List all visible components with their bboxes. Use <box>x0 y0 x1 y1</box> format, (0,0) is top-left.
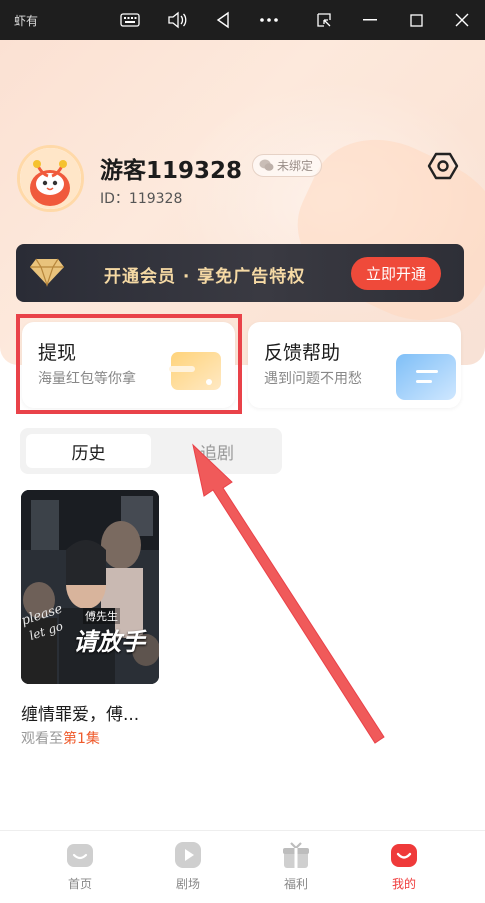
bottom-nav: 首页 剧场 福利 我的 <box>0 830 485 903</box>
poster-title: 请放手 <box>73 627 145 656</box>
window-title: 虾有 <box>14 14 39 28</box>
vip-promo-text: 开通会员 · 享免广告特权 <box>104 267 306 287</box>
nav-theater[interactable]: 剧场 <box>158 841 218 892</box>
wechat-icon <box>259 159 274 171</box>
withdraw-highlight-box <box>16 314 242 414</box>
gift-icon <box>282 841 310 869</box>
volume-icon[interactable] <box>165 8 189 32</box>
popout-icon[interactable] <box>312 8 336 32</box>
tab-history[interactable]: 历史 <box>26 434 151 468</box>
nav-theater-label: 剧场 <box>175 877 200 891</box>
progress-prefix: 观看至 <box>21 731 63 747</box>
profile-icon <box>390 841 418 869</box>
chat-icon <box>396 354 456 400</box>
close-icon[interactable] <box>450 8 474 32</box>
feedback-card[interactable]: 反馈帮助 遇到问题不用愁 <box>248 322 461 408</box>
maximize-icon[interactable] <box>404 8 428 32</box>
minimize-icon[interactable] <box>358 8 382 32</box>
nav-mine[interactable]: 我的 <box>374 841 434 892</box>
nav-welfare[interactable]: 福利 <box>266 841 326 892</box>
vip-open-button[interactable]: 立即开通 <box>351 257 441 290</box>
history-tabs: 历史 追剧 <box>20 428 282 474</box>
nav-welfare-label: 福利 <box>283 877 308 891</box>
drama-progress: 观看至第1集 <box>21 728 100 748</box>
feedback-title: 反馈帮助 <box>264 342 341 364</box>
tab-following[interactable]: 追剧 <box>158 434 276 468</box>
nav-home[interactable]: 首页 <box>50 841 110 892</box>
diamond-icon <box>30 258 64 287</box>
drama-title[interactable]: 缠情罪爱，傅... <box>21 700 139 725</box>
vip-banner[interactable]: 开通会员 · 享免广告特权 立即开通 <box>16 244 464 302</box>
settings-icon[interactable] <box>427 150 459 182</box>
back-icon[interactable] <box>211 8 235 32</box>
progress-episode: 第1集 <box>63 731 100 747</box>
bind-status-badge[interactable]: 未绑定 <box>252 154 323 177</box>
user-id: ID：119328 <box>100 191 183 207</box>
home-icon <box>66 841 94 869</box>
drama-poster[interactable]: please let go 傅先生 请放手 <box>21 490 159 684</box>
feedback-subtitle: 遇到问题不用愁 <box>264 371 362 387</box>
play-icon <box>174 841 202 869</box>
bind-status-label: 未绑定 <box>277 159 314 173</box>
nav-mine-label: 我的 <box>391 877 416 891</box>
window-titlebar: 虾有 <box>0 0 485 40</box>
more-icon[interactable] <box>257 8 281 32</box>
nav-home-label: 首页 <box>67 877 92 891</box>
keyboard-icon[interactable] <box>118 8 142 32</box>
username: 游客119328 <box>100 158 243 184</box>
avatar[interactable] <box>17 145 84 212</box>
